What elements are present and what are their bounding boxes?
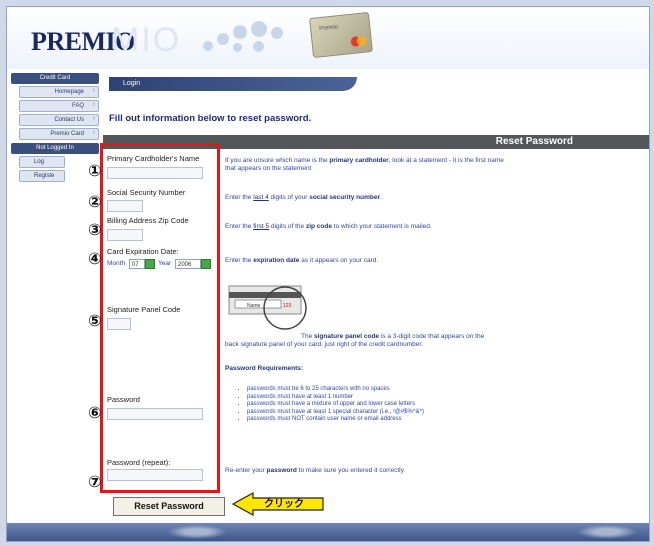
password-requirements-list: passwords must be 6 to 25 characters wit… xyxy=(237,386,424,424)
reset-password-button[interactable]: Reset Password xyxy=(113,497,225,516)
password-repeat-help: Re-enter your password to make sure you … xyxy=(225,467,406,474)
signature-panel-illustration: Name 123 xyxy=(228,285,307,330)
logo-watermark: MIO xyxy=(111,21,182,59)
zip-code-help: Enter the first 5 digits of the zip code… xyxy=(225,223,432,230)
browser-page: PREMIO MIO Premio Credit Card Homepage F… xyxy=(6,6,650,542)
list-item: passwords must NOT contain user name or … xyxy=(247,416,424,424)
decorative-dots xyxy=(203,21,293,61)
password-requirements-title: Password Requirements: xyxy=(225,365,304,372)
primary-cardholder-help: If you are unsure which name is the prim… xyxy=(225,157,504,172)
sidebar-item-premio-card[interactable]: Premio Card xyxy=(19,128,99,140)
sidebar-item-register[interactable]: Registe xyxy=(19,170,65,182)
page-instruction: Fill out information below to reset pass… xyxy=(109,113,312,124)
list-item: passwords must be 6 to 25 characters wit… xyxy=(247,386,424,394)
site-footer xyxy=(7,523,649,541)
click-callout-label: クリック xyxy=(264,499,304,510)
list-item: passwords must have at least 1 number xyxy=(247,394,424,402)
sidebar-section-not-logged-in: Not Logged In xyxy=(11,143,99,154)
step-number-5: ⑤ xyxy=(88,311,102,330)
ssn-help: Enter the last 4 digits of your social s… xyxy=(225,194,382,201)
sidebar-item-contact-us[interactable]: Contact Us xyxy=(19,114,99,126)
step-number-1: ① xyxy=(88,161,102,180)
step-number-6: ⑥ xyxy=(88,403,102,422)
expiration-date-help: Enter the expiration date as it appears … xyxy=(225,257,379,264)
sidebar-item-homepage[interactable]: Homepage xyxy=(19,86,99,98)
signature-sample-name: Name xyxy=(247,303,261,309)
sidebar-item-login[interactable]: Log xyxy=(19,156,65,168)
step-number-3: ③ xyxy=(88,220,102,239)
step-number-2: ② xyxy=(88,192,102,211)
signature-panel-help: The signature panel code is a 3-digit co… xyxy=(225,333,485,348)
list-item: passwords must have a mixture of upper a… xyxy=(247,401,424,409)
credit-card-image: Premio xyxy=(309,11,373,59)
highlight-frame xyxy=(100,143,220,493)
step-number-7: ⑦ xyxy=(88,472,102,491)
list-item: passwords must have at least 1 special c… xyxy=(247,409,424,417)
sidebar: Credit Card Homepage FAQ Contact Us Prem… xyxy=(11,73,99,184)
tab-login[interactable]: Login xyxy=(109,77,357,91)
step-number-4: ④ xyxy=(88,249,102,268)
signature-sample-code: 123 xyxy=(283,303,292,309)
sidebar-item-faq[interactable]: FAQ xyxy=(19,100,99,112)
card-brand-text: Premio xyxy=(318,24,339,33)
sidebar-section-credit-card: Credit Card xyxy=(11,73,99,84)
site-header: PREMIO MIO Premio xyxy=(7,7,649,69)
